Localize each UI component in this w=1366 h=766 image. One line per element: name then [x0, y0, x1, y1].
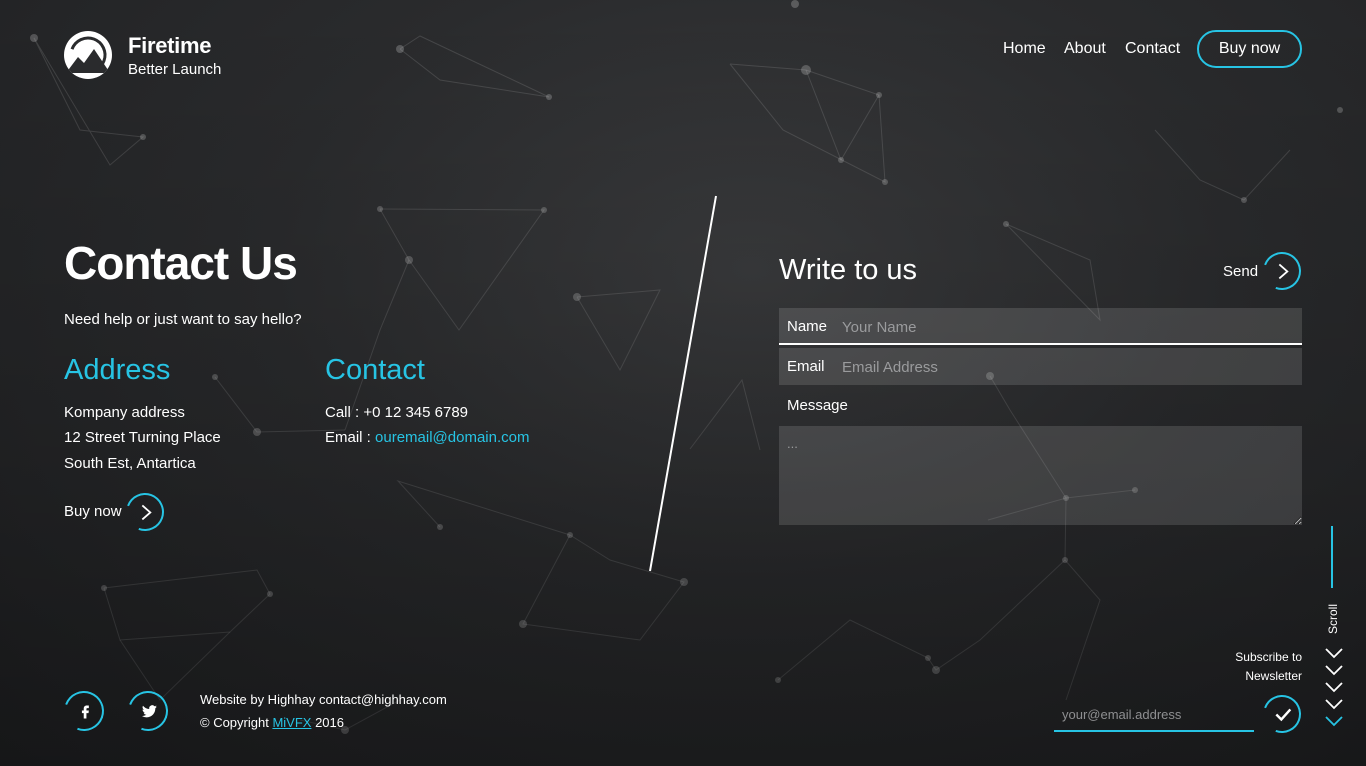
newsletter-label-line2: Newsletter — [1245, 669, 1302, 683]
copyright-link[interactable]: MiVFX — [272, 715, 311, 730]
address-line: 12 Street Turning Place — [64, 429, 221, 446]
phone-line: Call : +0 12 345 6789 — [325, 404, 469, 421]
nav-contact[interactable]: Contact — [1125, 40, 1180, 58]
facebook-button[interactable] — [57, 684, 111, 738]
footer-copyright: © Copyright MiVFX 2016 — [200, 715, 344, 730]
footer-credit: Website by Highhay contact@highhay.com — [200, 692, 447, 707]
copyright-year: 2016 — [311, 715, 344, 730]
brand-tagline: Better Launch — [128, 61, 222, 78]
buy-now-link[interactable]: Buy now — [64, 503, 122, 520]
name-input[interactable] — [842, 314, 1292, 340]
address-line: South Est, Antartica — [64, 455, 196, 472]
mountain-icon — [66, 36, 110, 74]
checkmark-icon — [1275, 708, 1292, 722]
email-label: Email — [787, 358, 825, 375]
buy-now-arrow-button[interactable] — [119, 486, 171, 538]
form-title: Write to us — [779, 254, 918, 286]
page-title: Contact Us — [64, 237, 298, 289]
facebook-icon — [81, 705, 89, 719]
send-arrow-button[interactable] — [1256, 245, 1308, 297]
logo-icon[interactable] — [64, 31, 112, 79]
subscribe-button[interactable] — [1256, 688, 1308, 740]
scroll-label[interactable]: Scroll — [1326, 602, 1340, 636]
twitter-button[interactable] — [121, 684, 175, 738]
name-label: Name — [787, 318, 828, 335]
brand-name: Firetime — [128, 33, 212, 58]
email-prefix: Email : — [325, 429, 376, 446]
address-line: Kompany address — [64, 404, 185, 421]
email-line: Email : ouremail@domain.com — [325, 429, 529, 446]
buy-now-button[interactable]: Buy now — [1197, 30, 1302, 68]
nav-about[interactable]: About — [1064, 40, 1106, 58]
send-link[interactable]: Send — [1223, 263, 1258, 280]
message-label: Message — [787, 397, 848, 414]
chevron-right-icon — [141, 504, 152, 521]
nav-home[interactable]: Home — [1003, 40, 1046, 58]
newsletter-label-line1: Subscribe to — [1235, 650, 1302, 664]
address-heading: Address — [64, 354, 171, 386]
newsletter-email-input[interactable] — [1054, 698, 1254, 732]
page-subtitle: Need help or just want to say hello? — [64, 311, 302, 328]
chevron-right-icon — [1278, 263, 1289, 280]
email-input[interactable] — [842, 354, 1292, 380]
email-link[interactable]: ouremail@domain.com — [375, 429, 529, 446]
scroll-chevrons-icon[interactable] — [1324, 646, 1344, 736]
contact-heading: Contact — [325, 354, 425, 386]
twitter-icon — [141, 705, 157, 718]
message-textarea[interactable] — [779, 426, 1302, 525]
scroll-line — [1331, 526, 1333, 588]
copyright-prefix: © Copyright — [200, 715, 273, 730]
email-field-row: Email — [779, 348, 1302, 385]
name-field-row: Name — [779, 308, 1302, 345]
